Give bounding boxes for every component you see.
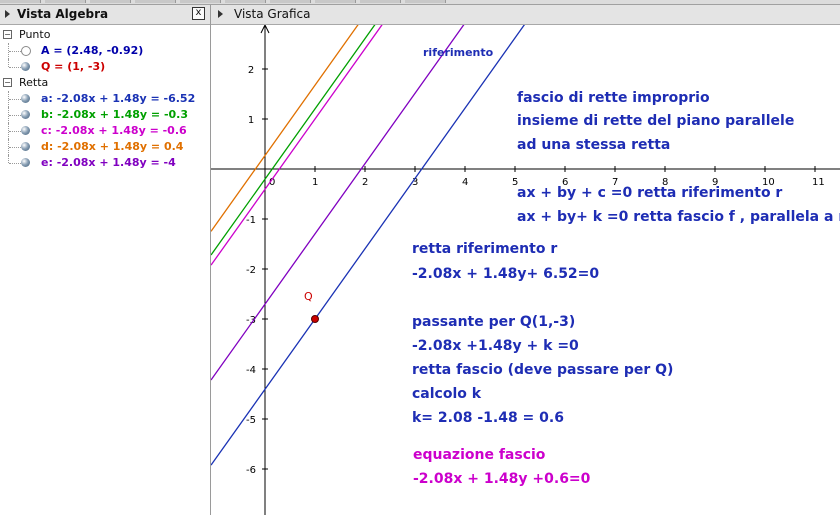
annotation-text: k= 2.08 -1.48 = 0.6 bbox=[412, 410, 564, 426]
toolbar-tab[interactable] bbox=[225, 0, 266, 3]
x-tick-label: 4 bbox=[462, 177, 468, 188]
y-tick-label: -4 bbox=[246, 365, 256, 376]
collapse-triangle-icon[interactable] bbox=[218, 10, 223, 18]
object-definition[interactable]: a: -2.08x + 1.48y = -6.52 bbox=[41, 92, 195, 105]
visibility-toggle-icon[interactable] bbox=[21, 142, 30, 151]
toolbar-tab[interactable] bbox=[90, 0, 131, 3]
list-item-line-a[interactable]: a: -2.08x + 1.48y = -6.52 bbox=[0, 91, 210, 107]
collapse-minus-icon[interactable]: − bbox=[3, 30, 12, 39]
y-tick-label: -6 bbox=[246, 465, 256, 476]
annotation-text: passante per Q(1,-3) bbox=[412, 314, 576, 330]
group-punto[interactable]: − Punto bbox=[0, 27, 210, 43]
group-label: Retta bbox=[19, 76, 49, 89]
toolbar-tab[interactable] bbox=[0, 0, 41, 3]
collapse-triangle-icon[interactable] bbox=[5, 10, 10, 18]
y-tick-label: 1 bbox=[248, 115, 254, 126]
algebra-view-title: Vista Algebra bbox=[17, 7, 109, 21]
annotation-text-magenta: equazione fascio bbox=[413, 447, 546, 463]
graphics-view: Vista Grafica 0 1 2 3 4 5 6 7 8 9 10 11 2 1 -1 -2 -3 -4 -5… bbox=[211, 5, 840, 515]
list-item-point-a[interactable]: A = (2.48, -0.92) bbox=[0, 43, 210, 59]
object-definition[interactable]: A = (2.48, -0.92) bbox=[41, 44, 143, 57]
x-tick-label: 2 bbox=[362, 177, 368, 188]
toolbar-tab[interactable] bbox=[45, 0, 86, 3]
annotation-text: fascio di rette improprio bbox=[517, 90, 710, 106]
toolbar-tab[interactable] bbox=[405, 0, 446, 3]
visibility-toggle-icon[interactable] bbox=[21, 158, 30, 167]
annotation-text: insieme di rette del piano parallele bbox=[517, 113, 795, 129]
reference-label: riferimento bbox=[423, 46, 494, 59]
toolbar-tab[interactable] bbox=[135, 0, 176, 3]
toolbar-tab[interactable] bbox=[315, 0, 356, 3]
list-item-line-d[interactable]: d: -2.08x + 1.48y = 0.4 bbox=[0, 139, 210, 155]
collapse-minus-icon[interactable]: − bbox=[3, 78, 12, 87]
object-definition[interactable]: d: -2.08x + 1.48y = 0.4 bbox=[41, 140, 183, 153]
graphics-view-header[interactable]: Vista Grafica bbox=[211, 5, 840, 25]
object-definition[interactable]: c: -2.08x + 1.48y = -0.6 bbox=[41, 124, 187, 137]
visibility-toggle-icon[interactable] bbox=[21, 126, 30, 135]
y-tick-label: -5 bbox=[246, 415, 256, 426]
graphics-canvas[interactable]: 0 1 2 3 4 5 6 7 8 9 10 11 2 1 -1 -2 -3 -4 -5 -6 Q riferiment… bbox=[211, 25, 840, 515]
list-item-point-q[interactable]: Q = (1, -3) bbox=[0, 59, 210, 75]
list-item-line-b[interactable]: b: -2.08x + 1.48y = -0.3 bbox=[0, 107, 210, 123]
x-tick-label: 1 bbox=[312, 177, 318, 188]
close-icon[interactable]: x bbox=[192, 7, 205, 20]
annotation-text: -2.08x + 1.48y+ 6.52=0 bbox=[412, 266, 600, 282]
annotation-text: ax + by + c =0 retta riferimento r bbox=[517, 185, 783, 201]
algebra-tree: − Punto A = (2.48, -0.92) Q = (1, -3) − … bbox=[0, 27, 210, 171]
algebra-view: Vista Algebra x − Punto A = (2.48, -0.92… bbox=[0, 5, 211, 515]
point-q bbox=[311, 315, 319, 323]
object-definition[interactable]: Q = (1, -3) bbox=[41, 60, 105, 73]
list-item-line-c[interactable]: c: -2.08x + 1.48y = -0.6 bbox=[0, 123, 210, 139]
x-tick-label: 11 bbox=[812, 177, 825, 188]
annotation-text: ad una stessa retta bbox=[517, 137, 671, 153]
algebra-view-header[interactable]: Vista Algebra x bbox=[0, 5, 210, 25]
list-item-line-e[interactable]: e: -2.08x + 1.48y = -4 bbox=[0, 155, 210, 171]
annotation-text: retta fascio (deve passare per Q) bbox=[412, 362, 674, 378]
visibility-toggle-icon[interactable] bbox=[21, 62, 30, 71]
toolbar-tab[interactable] bbox=[360, 0, 401, 3]
group-retta[interactable]: − Retta bbox=[0, 75, 210, 91]
graphics-view-title: Vista Grafica bbox=[234, 7, 311, 21]
annotation-text-magenta: -2.08x + 1.48y +0.6=0 bbox=[413, 471, 591, 487]
toolbar-tab[interactable] bbox=[270, 0, 311, 3]
visibility-toggle-icon[interactable] bbox=[21, 110, 30, 119]
y-tick-label: -2 bbox=[246, 265, 256, 276]
visibility-toggle-icon[interactable] bbox=[21, 94, 30, 103]
group-label: Punto bbox=[19, 28, 51, 41]
annotation-text: retta riferimento r bbox=[412, 241, 558, 257]
y-tick-label: -1 bbox=[246, 215, 256, 226]
visibility-toggle-icon[interactable] bbox=[21, 46, 31, 56]
annotation-text: ax + by+ k =0 retta fascio f , parallela… bbox=[517, 209, 840, 225]
toolbar-tab[interactable] bbox=[180, 0, 221, 3]
annotation-text: -2.08x +1.48y + k =0 bbox=[412, 338, 579, 354]
y-tick-label: 2 bbox=[248, 65, 254, 76]
annotation-text: calcolo k bbox=[412, 386, 482, 402]
object-definition[interactable]: e: -2.08x + 1.48y = -4 bbox=[41, 156, 176, 169]
object-definition[interactable]: b: -2.08x + 1.48y = -0.3 bbox=[41, 108, 188, 121]
point-q-label: Q bbox=[304, 290, 313, 303]
